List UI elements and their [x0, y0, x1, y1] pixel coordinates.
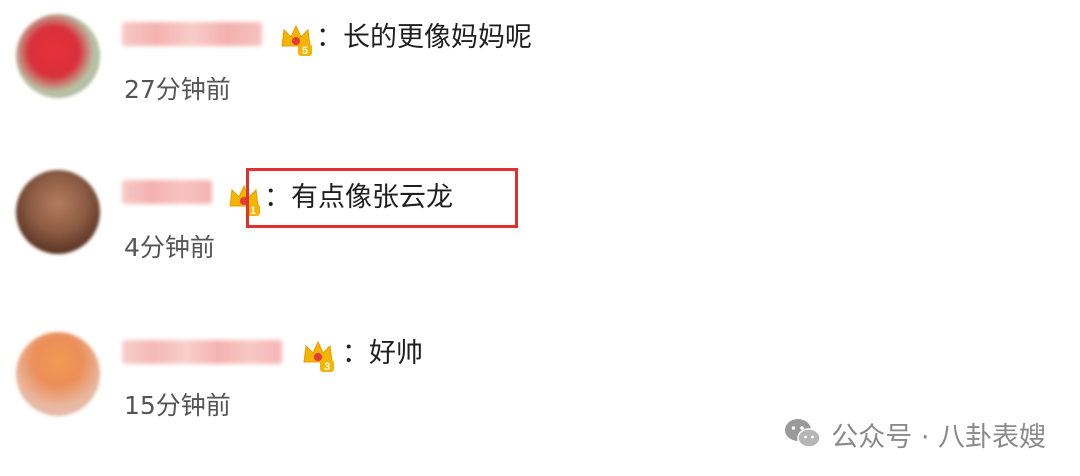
comment-item: 5 ：长的更像妈妈呢 27分钟前: [0, 0, 1080, 130]
wechat-icon: [785, 419, 821, 448]
username[interactable]: [122, 340, 282, 364]
badge-level: 5: [302, 45, 308, 56]
avatar[interactable]: [16, 14, 100, 98]
watermark: 公众号 · 八卦表嫂: [783, 414, 1046, 454]
comment-timestamp: 4分钟前: [124, 233, 215, 262]
comment-text: ：长的更像妈妈呢: [316, 22, 532, 53]
crown-badge-icon: 3: [303, 340, 334, 372]
comment-timestamp: 27分钟前: [124, 75, 231, 104]
crown-badge-icon: 5: [281, 24, 312, 56]
comment-text: ：有点像张云龙: [264, 182, 453, 213]
username[interactable]: [122, 22, 262, 46]
comment-text: ：好帅: [342, 338, 423, 369]
comment-item: 1 ：有点像张云龙 4分钟前: [0, 150, 1080, 280]
watermark-text: 公众号 · 八卦表嫂: [831, 421, 1046, 453]
badge-level: 3: [324, 361, 330, 372]
avatar[interactable]: [16, 332, 100, 416]
comment-timestamp: 15分钟前: [124, 391, 231, 420]
avatar[interactable]: [16, 170, 100, 254]
username[interactable]: [122, 180, 212, 204]
